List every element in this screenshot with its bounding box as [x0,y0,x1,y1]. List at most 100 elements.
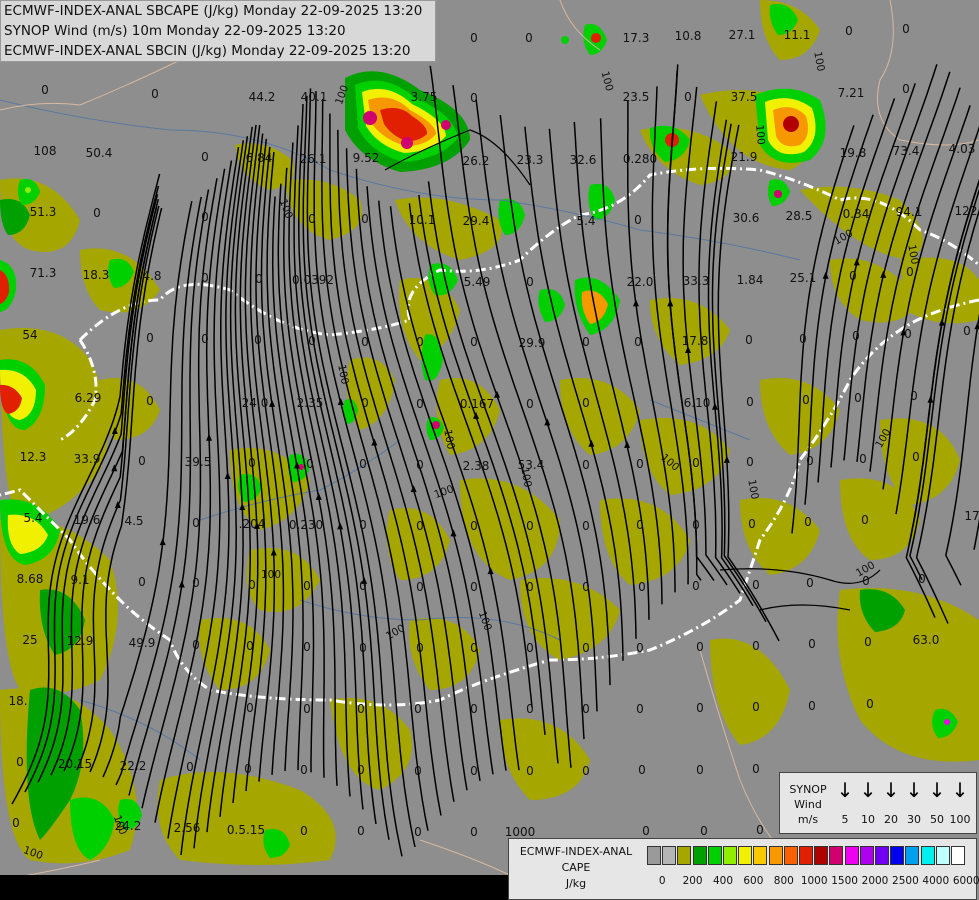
map-value-label: 11.1 [784,28,811,42]
map-value-label: 0 [696,763,704,777]
title-line-cape: ECMWF-INDEX-ANAL SBCAPE (J/kg) Monday 22… [4,3,423,19]
cape-legend-swatch [768,846,783,865]
map-value-label: 0 [303,640,311,654]
map-value-label: 9.52 [353,151,380,165]
map-value-label: 0 [470,91,478,105]
map-value-label: 0.0392 [292,273,334,287]
contour-label: 100 [753,124,767,145]
map-value-label: 0 [854,391,862,405]
map-value-label: 0 [192,576,200,590]
map-value-label: 0 [248,578,256,592]
cape-color-legend: ECMWF-INDEX-ANAL CAPE J/kg 0 200 400 600 800… [508,838,979,900]
cape-legend-swatch [951,846,965,865]
wind-speed-label: 100 [949,813,971,826]
wind-arrow-icon: ↓ [951,778,969,802]
map-value-label: 0 [902,82,910,96]
map-value-label: 0 [700,824,708,838]
cape-legend-swatch [753,846,768,865]
cape-legend-tick: 0 [658,875,666,887]
map-value-label: 23.3 [517,153,544,167]
map-value-label: 0 [582,458,590,472]
cape-legend-unit: J/kg [565,877,587,890]
map-value-label: 50.4 [86,146,113,160]
map-value-label: 6.10 [684,396,711,410]
cape-legend-swatch [920,846,935,865]
cape-legend-swatch [799,846,813,865]
map-value-label: 0 [416,397,424,411]
map-value-label: 0 [246,639,254,653]
map-value-label: 0 [692,456,700,470]
map-value-label: 0 [845,24,853,38]
map-value-label: 0 [752,639,760,653]
map-value-label: 19.8 [840,146,867,160]
cape-legend-tick: 400 [712,875,734,887]
cape-legend-tick: 800 [773,875,794,887]
map-value-label: 6.29 [75,391,102,405]
map-value-label: 17 [964,509,979,523]
wind-speed-label: 30 [907,813,921,826]
map-value-label: 33.3 [683,274,710,288]
map-value-label: 0 [752,762,760,776]
map-value-label: 0 [866,697,874,711]
map-value-label: 0 [357,824,365,838]
map-value-label: 0 [582,764,590,778]
map-value-label: 49.9 [129,636,156,650]
wind-arrow-icon: ↓ [928,778,946,802]
map-value-label: 0 [525,31,533,45]
map-value-label: 108 [34,144,57,158]
map-value-label: 0 [638,580,646,594]
map-value-label: 0 [526,519,534,533]
map-value-label: 0 [582,702,590,716]
map-value-label: 0 [246,701,254,715]
map-value-label: 0 [526,580,534,594]
map-value-label: 17.8 [682,334,709,348]
map-value-label: 0 [806,454,814,468]
cape-legend-tick: 1500 [831,875,858,887]
wind-arrow-icon: ↓ [859,778,877,802]
map-value-label: 94.1 [896,205,923,219]
map-value-label: 0 [904,327,912,341]
map-value-label: 0 [306,457,314,471]
map-value-label: 20.15 [58,757,92,771]
map-value-label: 12.9 [67,634,94,648]
map-value-label: 0 [748,517,756,531]
map-value-label: 0 [470,31,478,45]
map-value-label: 10.8 [675,29,702,43]
map-value-label: 122 [955,204,978,218]
cape-legend-swatch [723,846,737,865]
cape-legend-tick: 1000 [800,875,828,887]
map-value-label: 7.21 [838,86,865,100]
synop-wind-legend: SYNOP Wind m/s ↓ ↓ ↓ ↓ ↓ ↓ 5 10 20 30 50… [779,772,977,834]
map-value-label: 0 [300,824,308,838]
cape-legend-swatch [844,846,859,865]
synop-legend-subtitle: Wind [794,798,822,811]
map-value-label: 24.0 [242,396,269,410]
map-value-label: 0 [416,580,424,594]
cape-legend-swatch [859,846,874,865]
map-value-label: 0 [526,397,534,411]
map-value-label: 4.03 [949,142,976,156]
map-value-label: 0 [186,760,194,774]
map-value-label: 0 [470,641,478,655]
map-value-label: 0 [582,396,590,410]
map-value-label: 0 [861,513,869,527]
map-value-label: 0 [634,213,642,227]
cape-legend-subtitle: CAPE [561,861,591,874]
map-value-label: 19.6 [74,513,101,527]
map-value-label: 0 [470,702,478,716]
map-value-label: 0 [642,824,650,838]
map-value-label: 0 [414,764,422,778]
map-value-label: 0 [906,265,914,279]
map-value-label: 5.49 [464,275,491,289]
map-value-label: 0 [414,702,422,716]
cape-legend-tick: 4000 [922,875,950,887]
weather-map: 0 0 44.2 40.1 3.75 0 17.3 10.8 27.1 11.1 0 0 0 0 23.5 0… [0,0,979,900]
map-value-label: 0 [416,335,424,349]
map-value-label: 0 [470,825,478,839]
cape-legend-tick: 600 [743,875,764,887]
map-value-label: 0.34 [843,207,870,221]
title-line-wind: SYNOP Wind (m/s) 10m Monday 22-09-2025 1… [4,23,346,39]
map-value-label: 5.4 [576,214,595,228]
wind-arrow-icon: ↓ [836,778,854,802]
map-value-label: 0 [303,702,311,716]
